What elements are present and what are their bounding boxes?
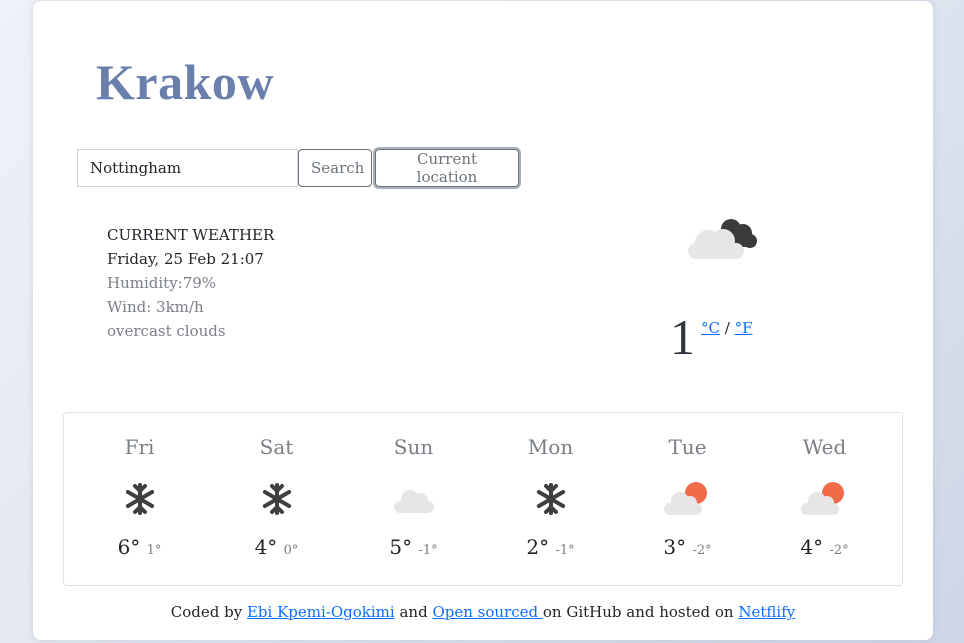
weather-description: overcast clouds xyxy=(107,322,226,340)
forecast-high: 5° xyxy=(389,535,413,559)
footer-middle: and xyxy=(394,603,433,621)
forecast-low: 0° xyxy=(283,543,299,558)
forecast-day: Tue 3° -2° xyxy=(619,413,756,559)
city-search-input[interactable] xyxy=(77,149,298,187)
snow-icon xyxy=(536,483,565,515)
forecast-high: 6° xyxy=(117,535,141,559)
hosting-link[interactable]: Netflify xyxy=(738,603,795,621)
weather-card: Krakow Search Current location CURRENT W… xyxy=(33,1,933,640)
overcast-clouds-icon xyxy=(688,219,757,259)
temperature-value: 1 xyxy=(670,309,695,365)
forecast-high: 2° xyxy=(526,535,550,559)
author-link[interactable]: Ebi Kpemi-Ogokimi xyxy=(247,603,395,621)
wind-value: Wind: 3km/h xyxy=(107,298,204,316)
forecast-day: Mon 2° -1° xyxy=(482,413,619,559)
footer-middle-2: on GitHub and hosted on xyxy=(542,603,739,621)
forecast-day-name: Wed xyxy=(802,435,847,459)
celsius-link[interactable]: °C xyxy=(701,319,720,337)
forecast-day-name: Sat xyxy=(259,435,294,459)
current-datetime: Friday, 25 Feb 21:07 xyxy=(107,250,264,268)
unit-separator: / xyxy=(724,319,730,337)
snow-icon xyxy=(125,483,154,515)
forecast-day: Sat 4° 0° xyxy=(208,413,345,559)
forecast-low: -2° xyxy=(692,543,712,558)
unit-toggle: °C / °F xyxy=(701,319,753,337)
current-temperature: 1 °C / °F xyxy=(670,309,753,365)
forecast-temps: 4° 0° xyxy=(208,535,345,559)
search-button[interactable]: Search xyxy=(298,149,372,187)
forecast-day: Fri 6° 1° xyxy=(71,413,208,559)
humidity-value: Humidity:79% xyxy=(107,274,217,292)
footer-prefix: Coded by xyxy=(170,603,247,621)
forecast-day-name: Sun xyxy=(393,435,434,459)
fahrenheit-link[interactable]: °F xyxy=(735,319,753,337)
forecast-day-name: Mon xyxy=(527,435,574,459)
forecast-low: 1° xyxy=(146,543,162,558)
search-form: Search Current location xyxy=(77,149,519,187)
snow-icon xyxy=(262,483,291,515)
source-code-link[interactable]: Open sourced xyxy=(432,603,542,621)
forecast-temps: 5° -1° xyxy=(345,535,482,559)
forecast-day: Wed 4° -2° xyxy=(756,413,893,559)
forecast-panel: Fri 6° 1° Sat 4° 0° Sun 5° -1° Mon 2° -1… xyxy=(63,412,903,586)
forecast-low: -1° xyxy=(418,543,438,558)
forecast-low: -2° xyxy=(829,543,849,558)
sun-behind-cloud-icon xyxy=(800,482,844,515)
forecast-temps: 6° 1° xyxy=(71,535,208,559)
footer: Coded by Ebi Kpemi-Ogokimi and Open sour… xyxy=(33,603,933,621)
forecast-high: 3° xyxy=(663,535,687,559)
cloud-icon xyxy=(393,490,434,513)
current-location-button[interactable]: Current location xyxy=(375,149,519,187)
forecast-day: Sun 5° -1° xyxy=(345,413,482,559)
current-weather-details: CURRENT WEATHER Friday, 25 Feb 21:07 Hum… xyxy=(107,223,274,343)
forecast-high: 4° xyxy=(254,535,278,559)
forecast-temps: 3° -2° xyxy=(619,535,756,559)
city-title: Krakow xyxy=(96,54,274,110)
sun-behind-cloud-icon xyxy=(663,482,707,515)
forecast-temps: 4° -2° xyxy=(756,535,893,559)
forecast-low: -1° xyxy=(555,543,575,558)
forecast-high: 4° xyxy=(800,535,824,559)
forecast-day-name: Tue xyxy=(668,435,707,459)
forecast-day-name: Fri xyxy=(124,435,155,459)
forecast-temps: 2° -1° xyxy=(482,535,619,559)
current-weather-heading: CURRENT WEATHER xyxy=(107,226,275,244)
